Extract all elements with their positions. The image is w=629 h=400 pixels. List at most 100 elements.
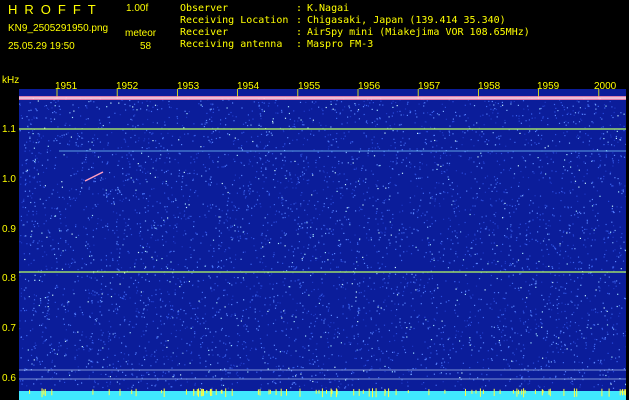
bottom-band-spike (407, 390, 409, 394)
bottom-band-spike (108, 389, 110, 396)
bottom-band-spike (623, 389, 625, 395)
bottom-band-spike (428, 389, 430, 396)
bottom-band-spike (193, 389, 195, 394)
file-name: KN9_2505291950.png (8, 23, 109, 34)
bottom-band-spike (203, 389, 204, 396)
meteor-count: 58 (140, 41, 152, 52)
location-colon: : (296, 15, 303, 26)
bottom-band-spike (331, 389, 333, 394)
bottom-band-spike (548, 389, 550, 395)
antenna-colon: : (296, 39, 303, 50)
antenna-label: Receiving antenna (180, 39, 283, 50)
bottom-band-spike (479, 388, 481, 397)
bottom-band-spike (315, 389, 317, 394)
frequency-tick-label: 0.7 (2, 323, 16, 334)
bottom-band-spike (286, 389, 287, 396)
frequency-tick-label: 0.6 (2, 373, 16, 384)
bottom-band-spike (521, 389, 523, 395)
bottom-band-spike (493, 388, 495, 396)
bottom-band-spike (269, 389, 271, 394)
frequency-tick-label: 0.9 (2, 224, 16, 235)
bottom-band-spike (259, 389, 261, 396)
bottom-band-spike (353, 389, 355, 396)
bottom-band-spike (185, 389, 187, 395)
observer-label: Observer (180, 3, 229, 14)
bottom-band-spike (576, 388, 578, 397)
bottom-band-spike (135, 388, 137, 397)
bottom-band-spike (257, 389, 259, 395)
observer-colon: : (296, 3, 303, 14)
bottom-band-spike (231, 388, 233, 396)
bottom-band-spike (619, 389, 621, 396)
frequency-axis-unit: kHz (2, 75, 20, 86)
bottom-band-spike (573, 388, 575, 397)
bottom-band-spike (541, 389, 543, 396)
bottom-band-spike (335, 388, 337, 398)
bottom-band-spike (29, 389, 31, 394)
bottom-band-spike (482, 389, 484, 394)
header-panel: HROFFT 1.00f KN9_2505291950.png meteor 2… (0, 0, 629, 73)
frequency-tick-label: 1.0 (2, 174, 16, 185)
bottom-band-spike (523, 388, 525, 398)
bottom-band-spike (41, 388, 43, 397)
bottom-band-spike (499, 389, 501, 394)
bottom-band-spike (119, 388, 121, 396)
spectrogram-canvas (19, 89, 626, 400)
bottom-band-spike (201, 388, 203, 397)
bottom-band-spike (362, 389, 364, 394)
location-value: Chigasaki, Japan (139.414 35.340) (307, 15, 506, 26)
app-title: HROFFT (8, 2, 103, 17)
bottom-band-spike (516, 388, 518, 397)
bottom-band-spike (318, 389, 320, 394)
receiver-value: AirSpy mini (Miakejima VOR 108.65MHz) (307, 27, 530, 38)
bottom-band-spike (43, 389, 45, 395)
bottom-band-spike (524, 389, 526, 394)
bottom-band-spike (563, 388, 565, 396)
spectrogram (19, 89, 626, 400)
bottom-band-spike (206, 390, 208, 394)
bottom-band-spike (358, 388, 360, 396)
bottom-band-spike (200, 388, 202, 397)
bottom-band-spike (163, 388, 165, 397)
bottom-band-spike (384, 390, 386, 394)
bottom-band-spike (44, 388, 46, 396)
bottom-band-spike (221, 389, 223, 394)
bottom-band-spike (321, 388, 323, 398)
bottom-band-spike (92, 389, 94, 395)
bottom-band-spike (275, 389, 277, 396)
bottom-band-spike (372, 388, 373, 398)
bottom-band-spike (465, 388, 466, 396)
bottom-band-spike (601, 388, 603, 397)
bottom-band-spike (326, 389, 327, 394)
bottom-band-spike (608, 388, 610, 397)
frequency-tick-label: 0.8 (2, 273, 16, 284)
bottom-band-spike (268, 389, 270, 395)
spectrogram-background (19, 89, 626, 400)
meteor-label: meteor (125, 28, 157, 39)
bottom-band-spike (299, 388, 301, 397)
date-time: 25.05.29 19:50 (8, 41, 75, 52)
bottom-band-spike (375, 388, 377, 398)
location-label: Receiving Location (180, 15, 289, 26)
bottom-band-spike (388, 388, 390, 398)
frequency-tick-label: 1.1 (2, 124, 16, 135)
bottom-band-spike (51, 389, 53, 396)
bottom-band-spike (161, 390, 163, 394)
observer-value: K.Nagai (307, 3, 350, 14)
bottom-band-spike (622, 389, 623, 396)
bottom-band-spike (475, 389, 477, 394)
bottom-band-spike (471, 389, 473, 394)
bottom-band-spike (395, 389, 397, 396)
receiver-colon: : (296, 27, 303, 38)
bottom-band-spike (209, 389, 211, 395)
antenna-value: Maspro FM-3 (307, 39, 374, 50)
bottom-band-spike (280, 388, 282, 397)
bottom-band-spike (624, 389, 626, 396)
bottom-band-spike (518, 389, 520, 395)
bottom-band-spike (211, 388, 213, 396)
receiver-label: Receiver (180, 27, 229, 38)
bottom-band-spike (534, 389, 536, 395)
bottom-band-spike (368, 388, 370, 397)
bottom-band-spike (444, 389, 446, 394)
bottom-band-spike (131, 389, 133, 395)
